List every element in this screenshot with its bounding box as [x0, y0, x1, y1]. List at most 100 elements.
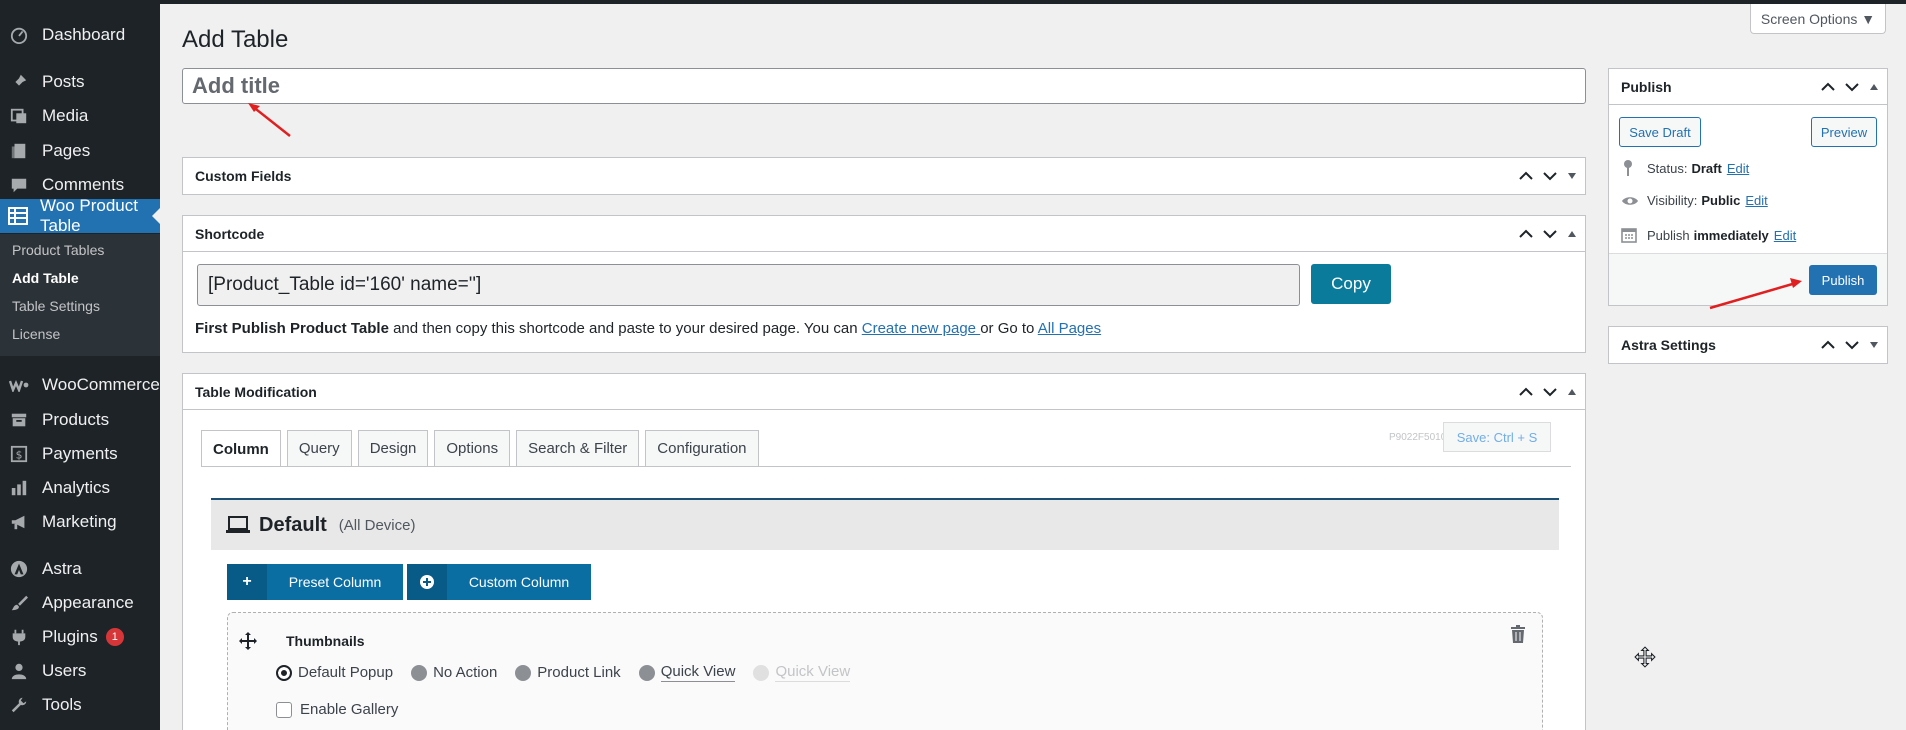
sidebar-item-woocommerce[interactable]: WooCommerce [0, 368, 160, 402]
sidebar-item-analytics[interactable]: Analytics [0, 471, 160, 505]
chevron-down-icon[interactable] [1543, 229, 1557, 239]
toggle-triangle-up-icon[interactable] [1567, 230, 1577, 238]
chevron-down-icon[interactable] [1845, 82, 1859, 92]
sidebar-item-users[interactable]: Users [0, 654, 160, 688]
submenu-add-table[interactable]: Add Table [12, 270, 79, 286]
sidebar-item-astra[interactable]: Astra [0, 552, 160, 586]
sidebar-item-marketing[interactable]: Marketing [0, 505, 160, 539]
tab-query[interactable]: Query [286, 430, 352, 466]
tab-column[interactable]: Column [201, 430, 281, 467]
chevron-down-icon[interactable] [1845, 340, 1859, 350]
pages-icon [8, 140, 30, 162]
enable-gallery-checkbox[interactable]: Enable Gallery [276, 701, 398, 718]
sidebar-item-label: Astra [42, 559, 82, 578]
save-shortcut-button[interactable]: Save: Ctrl + S [1443, 422, 1551, 452]
sidebar-item-label: Tools [42, 695, 82, 714]
chevron-up-icon[interactable] [1821, 340, 1835, 350]
radio-product-link[interactable]: Product Link [515, 664, 621, 681]
save-draft-button[interactable]: Save Draft [1619, 117, 1701, 147]
publish-date-row: Publish immediately Edit [1621, 227, 1796, 243]
shortcode-box: Shortcode Copy First Publish Product Tab… [182, 215, 1586, 353]
move-handle-icon[interactable] [238, 631, 258, 651]
chevron-down-icon[interactable] [1543, 387, 1557, 397]
version-tag: P9022F5010 [1389, 432, 1447, 443]
tab-configuration[interactable]: Configuration [645, 430, 759, 466]
sidebar-item-appearance[interactable]: Appearance [0, 586, 160, 620]
astra-settings-header[interactable]: Astra Settings [1609, 327, 1887, 363]
screen-options-button[interactable]: Screen Options ▼ [1750, 4, 1886, 34]
radio-quick-view[interactable]: Quick View [638, 663, 736, 682]
chevron-down-icon[interactable] [1543, 171, 1557, 181]
custom-column-button[interactable]: Custom Column [407, 564, 591, 600]
submenu-license[interactable]: License [12, 326, 60, 342]
submenu-table-settings[interactable]: Table Settings [12, 298, 100, 314]
publish-header[interactable]: Publish [1609, 69, 1887, 105]
chevron-up-icon[interactable] [1821, 82, 1835, 92]
toggle-triangle-up-icon[interactable] [1567, 388, 1577, 396]
page-title: Add Table [182, 26, 289, 53]
svg-text:$: $ [16, 449, 23, 462]
status-value: Draft [1691, 160, 1722, 176]
tab-design[interactable]: Design [357, 430, 429, 466]
admin-bar [0, 0, 1906, 4]
desc-mid: or Go to [980, 320, 1038, 337]
toggle-triangle-up-icon[interactable] [1869, 83, 1879, 91]
sidebar-item-label: Users [42, 661, 87, 680]
sidebar-item-label: Pages [42, 141, 91, 160]
radio-label: Quick View [660, 663, 736, 682]
tab-options[interactable]: Options [434, 430, 511, 466]
sidebar-item-payments[interactable]: $ Payments [0, 437, 160, 471]
sidebar-item-tools[interactable]: Tools [0, 688, 160, 722]
toggle-triangle-down-icon[interactable] [1869, 341, 1879, 349]
astra-icon [8, 558, 30, 580]
move-cursor-icon [1634, 646, 1656, 668]
status-edit-link[interactable]: Edit [1727, 161, 1749, 176]
visibility-edit-link[interactable]: Edit [1745, 193, 1767, 208]
sidebar-item-media[interactable]: Media [0, 99, 160, 133]
shortcode-header[interactable]: Shortcode [183, 216, 1585, 252]
table-icon [8, 205, 28, 227]
astra-settings-box: Astra Settings [1608, 326, 1888, 364]
title-input[interactable] [182, 68, 1586, 104]
shortcode-input[interactable] [197, 264, 1300, 306]
column-item: Thumbnails Default Popup No Action Produ… [227, 612, 1543, 730]
chevron-up-icon[interactable] [1519, 387, 1533, 397]
tab-bar: Column Query Design Options Search & Fil… [201, 430, 759, 467]
custom-fields-box: Custom Fields [182, 157, 1586, 195]
create-new-page-link[interactable]: Create new page [862, 320, 980, 337]
publish-button[interactable]: Publish [1809, 265, 1877, 295]
preview-button[interactable]: Preview [1811, 117, 1877, 147]
submenu-product-tables[interactable]: Product Tables [12, 242, 104, 258]
trash-icon[interactable] [1510, 625, 1526, 643]
sidebar-item-products[interactable]: Products [0, 403, 160, 437]
column-title: Thumbnails [286, 633, 365, 649]
toggle-triangle-down-icon[interactable] [1567, 172, 1577, 180]
sidebar-item-posts[interactable]: Posts [0, 65, 160, 99]
tab-search-filter[interactable]: Search & Filter [516, 430, 640, 466]
custom-fields-header[interactable]: Custom Fields [183, 158, 1585, 194]
desc-text: and then copy this shortcode and paste t… [388, 320, 862, 337]
shortcode-title: Shortcode [195, 225, 265, 242]
device-header: Default (All Device) [211, 500, 1559, 550]
sidebar-item-pages[interactable]: Pages [0, 134, 160, 168]
sidebar-item-woo-product-table[interactable]: Woo Product Table [0, 196, 160, 235]
publish-date-label: Publish [1647, 227, 1690, 243]
tab-divider [201, 466, 1571, 467]
sidebar-item-dashboard[interactable]: Dashboard [0, 18, 160, 52]
table-modification-header[interactable]: Table Modification [183, 374, 1585, 410]
device-subtitle: (All Device) [338, 516, 416, 534]
copy-shortcode-button[interactable]: Copy [1311, 264, 1391, 304]
sidebar-item-plugins[interactable]: Plugins 1 [0, 620, 160, 654]
sidebar-item-label: Analytics [42, 478, 111, 497]
all-pages-link[interactable]: All Pages [1038, 320, 1101, 337]
preset-column-button[interactable]: + Preset Column [227, 564, 403, 600]
laptop-icon [226, 516, 250, 533]
radio-default-popup[interactable]: Default Popup [276, 664, 393, 681]
chevron-up-icon[interactable] [1519, 229, 1533, 239]
chevron-up-icon[interactable] [1519, 171, 1533, 181]
calendar-icon [1621, 227, 1639, 243]
wrench-icon [8, 694, 30, 716]
radio-no-action[interactable]: No Action [411, 664, 497, 681]
publish-date-edit-link[interactable]: Edit [1774, 228, 1796, 243]
checkbox-label: Enable Gallery [300, 701, 399, 718]
